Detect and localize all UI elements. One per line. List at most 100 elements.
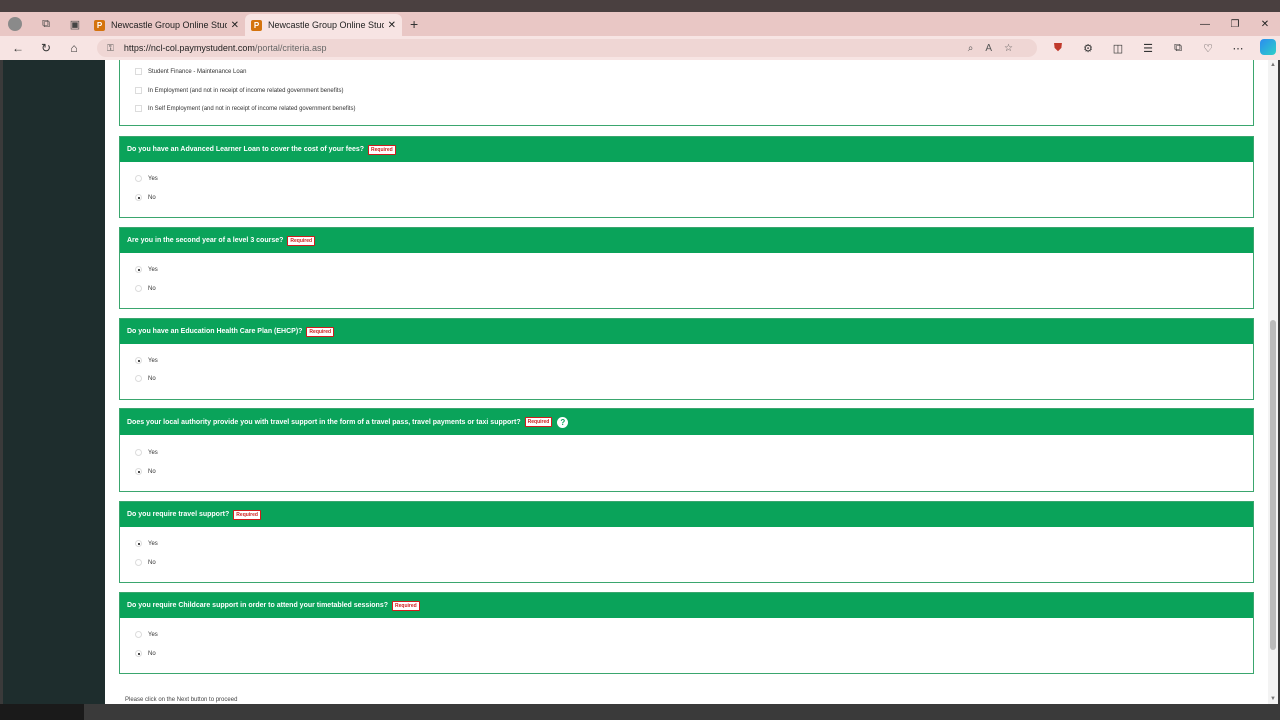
new-tab-icon[interactable]: + xyxy=(410,16,418,32)
help-icon[interactable]: ? xyxy=(557,416,569,428)
radio-button[interactable] xyxy=(135,194,142,201)
question-header: Do you require travel support? Required xyxy=(120,502,1253,527)
collections-icon[interactable]: ⧉ xyxy=(1168,42,1188,55)
radio-option-yes[interactable]: Yes xyxy=(135,175,158,182)
taskbar-strip xyxy=(0,704,1280,720)
workspaces-icon[interactable]: ⧉ xyxy=(38,16,54,32)
option-label: In Self Employment (and not in receipt o… xyxy=(148,105,356,112)
site-info-icon[interactable]: ⚿ xyxy=(107,43,114,54)
criteria-form: Student Finance - Maintenance Loan In Em… xyxy=(105,60,1268,704)
checkbox[interactable] xyxy=(135,68,142,75)
checkbox-option[interactable]: Student Finance - Maintenance Loan xyxy=(135,68,246,75)
radio-button[interactable] xyxy=(135,468,142,475)
radio-option-yes[interactable]: Yes xyxy=(135,357,158,364)
read-aloud-icon[interactable]: A xyxy=(985,43,992,54)
url-input[interactable]: ⚿ https://ncl-col.paymystudent.com/porta… xyxy=(97,39,1037,57)
radio-button[interactable] xyxy=(135,266,142,273)
scrollbar-thumb[interactable] xyxy=(1270,320,1276,650)
radio-option-yes[interactable]: Yes xyxy=(135,540,158,547)
tab-title: Newcastle Group Online Student xyxy=(111,20,227,30)
profile-avatar-icon[interactable] xyxy=(8,17,22,31)
radio-option-no[interactable]: No xyxy=(135,285,156,292)
radio-option-no[interactable]: No xyxy=(135,559,156,566)
checkbox[interactable] xyxy=(135,87,142,94)
copilot-icon[interactable] xyxy=(1258,38,1278,58)
option-label: No xyxy=(148,285,156,292)
page-scrollbar[interactable]: ▲ ▼ xyxy=(1268,60,1278,704)
favorites-icon[interactable]: ☰ xyxy=(1138,42,1158,55)
question-panel: Do you require travel support? Required … xyxy=(119,501,1254,583)
scroll-down-icon[interactable]: ▼ xyxy=(1270,696,1276,702)
home-icon[interactable]: ⌂ xyxy=(60,41,88,55)
question-panel: Do you have an Advanced Learner Loan to … xyxy=(119,136,1254,218)
required-badge: Required xyxy=(524,417,553,427)
radio-option-no[interactable]: No xyxy=(135,650,156,657)
option-label: Yes xyxy=(148,449,158,456)
extensions-area: ⛊ ⚙ ◫ ☰ ⧉ ♡ ⋯ xyxy=(1048,36,1278,60)
zoom-icon[interactable]: ⌕ xyxy=(968,43,974,54)
question-text: Do you require travel support? xyxy=(127,511,230,518)
required-badge: Required xyxy=(306,326,335,337)
radio-button[interactable] xyxy=(135,540,142,547)
radio-button[interactable] xyxy=(135,357,142,364)
split-screen-icon[interactable]: ◫ xyxy=(1108,42,1128,55)
question-panel: Do you require Childcare support in orde… xyxy=(119,592,1254,674)
radio-option-no[interactable]: No xyxy=(135,194,156,201)
checkbox[interactable] xyxy=(135,105,142,112)
radio-button[interactable] xyxy=(135,449,142,456)
radio-button[interactable] xyxy=(135,631,142,638)
radio-option-yes[interactable]: Yes xyxy=(135,631,158,638)
option-label: Yes xyxy=(148,357,158,364)
checkbox-option[interactable]: In Employment (and not in receipt of inc… xyxy=(135,87,343,94)
question-text: Do you require Childcare support in orde… xyxy=(127,602,388,609)
radio-button[interactable] xyxy=(135,175,142,182)
restore-icon[interactable]: ❐ xyxy=(1220,19,1250,30)
taskbar-block xyxy=(0,704,84,720)
radio-option-yes[interactable]: Yes xyxy=(135,266,158,273)
browser-tab-1[interactable]: P Newcastle Group Online Student ✕ xyxy=(88,14,245,36)
tab-favicon-icon: P xyxy=(94,19,105,31)
address-bar-row: ← ↻ ⌂ ⚿ https://ncl-col.paymystudent.com… xyxy=(0,36,1280,60)
close-tab-icon[interactable]: ✕ xyxy=(388,20,396,31)
option-label: Student Finance - Maintenance Loan xyxy=(148,68,247,75)
radio-option-no[interactable]: No xyxy=(135,375,156,382)
option-label: Yes xyxy=(148,175,158,182)
option-label: In Employment (and not in receipt of inc… xyxy=(148,87,344,94)
extensions-icon[interactable]: ⚙ xyxy=(1078,42,1098,55)
shield-extension-icon[interactable]: ⛊ xyxy=(1048,42,1068,55)
radio-button[interactable] xyxy=(135,375,142,382)
radio-option-no[interactable]: No xyxy=(135,468,156,475)
checkbox-option[interactable]: In Self Employment (and not in receipt o… xyxy=(135,105,355,112)
question-header: Are you in the second year of a level 3 … xyxy=(120,228,1253,253)
favorite-star-icon[interactable]: ☆ xyxy=(1004,43,1013,54)
question-text: Do you have an Education Health Care Pla… xyxy=(127,328,303,335)
refresh-icon[interactable]: ↻ xyxy=(32,41,60,55)
radio-button[interactable] xyxy=(135,285,142,292)
funding-panel: Student Finance - Maintenance Loan In Em… xyxy=(119,60,1254,126)
scroll-up-icon[interactable]: ▲ xyxy=(1270,62,1276,68)
browser-tab-2[interactable]: P Newcastle Group Online Student ✕ xyxy=(245,14,402,36)
minimize-icon[interactable]: — xyxy=(1190,19,1220,30)
question-panel: Do you have an Education Health Care Pla… xyxy=(119,318,1254,400)
tab-favicon-icon: P xyxy=(251,19,262,31)
option-label: No xyxy=(148,650,156,657)
question-header: Do you require Childcare support in orde… xyxy=(120,593,1253,618)
close-tab-icon[interactable]: ✕ xyxy=(231,20,239,31)
back-icon[interactable]: ← xyxy=(4,41,32,55)
option-label: No xyxy=(148,194,156,201)
required-badge: Required xyxy=(287,235,316,246)
question-header: Do you have an Advanced Learner Loan to … xyxy=(120,137,1253,162)
url-path: /portal/criteria.asp xyxy=(254,43,327,53)
radio-button[interactable] xyxy=(135,650,142,657)
question-text: Are you in the second year of a level 3 … xyxy=(127,237,284,244)
browser-essentials-icon[interactable]: ♡ xyxy=(1198,42,1218,55)
radio-button[interactable] xyxy=(135,559,142,566)
footer-instruction: Please click on the Next button to proce… xyxy=(125,697,238,703)
more-menu-icon[interactable]: ⋯ xyxy=(1228,42,1248,55)
browser-tab-bar: ⧉ ▣ P Newcastle Group Online Student ✕ P… xyxy=(0,12,1280,36)
radio-option-yes[interactable]: Yes xyxy=(135,449,158,456)
tab-actions-icon[interactable]: ▣ xyxy=(67,16,83,32)
question-header: Do you have an Education Health Care Pla… xyxy=(120,319,1253,344)
close-window-icon[interactable]: ✕ xyxy=(1250,19,1280,30)
question-panel: Are you in the second year of a level 3 … xyxy=(119,227,1254,309)
